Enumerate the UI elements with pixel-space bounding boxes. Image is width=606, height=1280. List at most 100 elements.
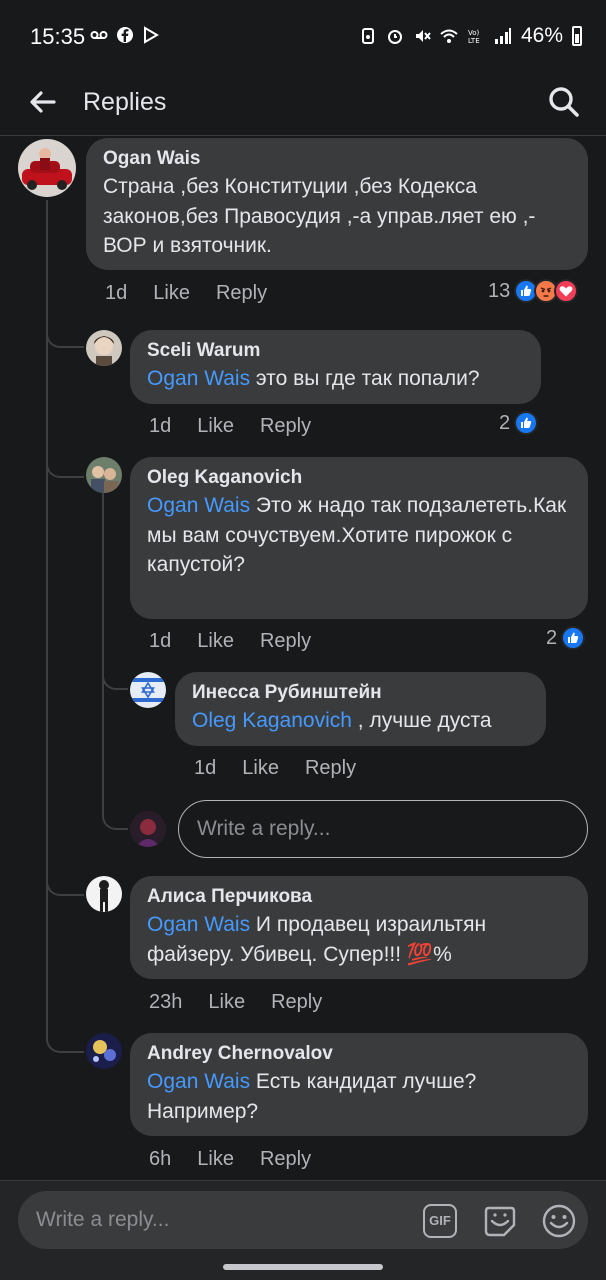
top-app-bar: Replies <box>0 74 606 136</box>
avatar-image <box>130 811 166 847</box>
avatar[interactable] <box>18 139 76 197</box>
mention-link[interactable]: Oleg Kaganovich <box>192 709 352 732</box>
thread-connector <box>102 650 128 690</box>
comment-text: Страна ,без Конституции ,без Кодекса зак… <box>103 175 536 257</box>
reaction-summary[interactable]: 2 <box>499 411 539 435</box>
comment-time: 1d <box>149 630 172 652</box>
comment-time: 1d <box>149 415 172 437</box>
svg-text:LTE: LTE <box>468 37 480 45</box>
comment-author[interactable]: Алиса Перчикова <box>147 886 572 908</box>
page-title: Replies <box>83 88 167 116</box>
comment-bubble[interactable]: Andrey Chernovalov Ogan Wais Есть кандид… <box>130 1033 588 1136</box>
comment-bubble[interactable]: Ogan Wais Страна ,без Конституции ,без К… <box>86 138 588 270</box>
avatar[interactable] <box>86 457 122 493</box>
reaction-count: 13 <box>488 279 511 302</box>
comment-time: 23h <box>149 991 183 1013</box>
mention-link[interactable]: Ogan Wais <box>147 367 250 390</box>
avatar-image <box>86 876 122 912</box>
search-icon[interactable] <box>546 84 582 120</box>
avatar-image <box>18 139 76 197</box>
inline-reply-input[interactable]: Write a reply... <box>178 800 588 858</box>
avatar-image <box>86 330 122 366</box>
battery-icon <box>572 26 582 46</box>
reply-composer[interactable]: Write a reply... GIF <box>18 1191 588 1249</box>
status-time: 15:35 <box>30 24 86 49</box>
comment-actions: 6h Like Reply <box>149 1148 337 1171</box>
comment-bubble[interactable]: Oleg Kaganovich Ogan Wais Это ж надо так… <box>130 457 588 619</box>
comment-actions: 1d Like Reply <box>105 282 293 305</box>
like-button[interactable]: Like <box>208 991 245 1014</box>
mute-icon <box>415 30 431 42</box>
like-reaction-icon <box>514 411 539 435</box>
like-button[interactable]: Like <box>197 1148 234 1171</box>
comment-time: 1d <box>194 757 217 779</box>
comment-bubble[interactable]: Sceli Warum Ogan Wais это вы где так поп… <box>130 330 541 404</box>
avatar-image <box>86 457 122 493</box>
love-reaction-icon <box>554 279 579 303</box>
emoji-icon[interactable] <box>541 1203 577 1239</box>
comment-author[interactable]: Andrey Chernovalov <box>147 1043 572 1065</box>
thread-connector <box>46 440 84 478</box>
thread-connector <box>46 310 84 348</box>
thread-line-nested <box>102 492 104 802</box>
signal-icon <box>494 28 511 44</box>
mention-link[interactable]: Ogan Wais <box>147 1070 250 1093</box>
reaction-summary[interactable]: 2 <box>546 626 586 650</box>
comment-author[interactable]: Sceli Warum <box>147 340 525 362</box>
avatar-image <box>86 1033 122 1069</box>
reply-button[interactable]: Reply <box>260 415 311 438</box>
gif-icon[interactable]: GIF <box>423 1204 457 1238</box>
like-button[interactable]: Like <box>197 415 234 438</box>
reply-button[interactable]: Reply <box>260 630 311 653</box>
comment-actions: 1d Like Reply <box>149 630 337 653</box>
like-button[interactable]: Like <box>197 630 234 653</box>
comment-bubble[interactable]: Инесса Рубинштейн Oleg Kaganovich , лучш… <box>175 672 546 746</box>
home-indicator[interactable] <box>223 1264 383 1270</box>
wifi-icon <box>440 29 458 43</box>
reply-button[interactable]: Reply <box>216 282 267 305</box>
battery-percent: 46% <box>520 24 563 47</box>
comment-author[interactable]: Инесса Рубинштейн <box>192 682 530 704</box>
reply-input-placeholder[interactable]: Write a reply... <box>36 1208 169 1232</box>
like-reaction-icon <box>561 626 586 650</box>
recycle-icon <box>361 28 374 44</box>
alarm-icon <box>387 30 402 44</box>
back-arrow-icon[interactable] <box>26 86 58 118</box>
thread-connector <box>46 1015 84 1053</box>
reply-button[interactable]: Reply <box>271 991 322 1014</box>
avatar[interactable] <box>86 876 122 912</box>
facebook-icon <box>117 27 133 43</box>
volte-icon: Vo)LTE <box>468 29 480 45</box>
reaction-summary[interactable]: 13 <box>488 279 579 303</box>
comment-text: это вы где так попали? <box>250 367 480 390</box>
comment-text: , лучше дуста <box>351 709 492 732</box>
play-store-icon <box>144 26 159 44</box>
comment-author[interactable]: Oleg Kaganovich <box>147 467 572 489</box>
thread-connector <box>102 790 128 830</box>
avatar-image <box>130 672 166 708</box>
comment-actions: 1d Like Reply <box>194 757 382 780</box>
comment-time: 6h <box>149 1148 172 1170</box>
like-button[interactable]: Like <box>242 757 279 780</box>
reaction-count: 2 <box>499 411 511 434</box>
svg-text:Vo): Vo) <box>468 29 480 37</box>
sticker-icon[interactable] <box>482 1203 518 1239</box>
mention-link[interactable]: Ogan Wais <box>147 494 250 517</box>
comment-actions: 23h Like Reply <box>149 991 348 1014</box>
current-user-avatar <box>130 811 166 847</box>
avatar[interactable] <box>130 672 166 708</box>
mention-link[interactable]: Ogan Wais <box>147 913 250 936</box>
voicemail-icon <box>90 31 108 39</box>
status-bar: 15:35 Vo) LTE 46% <box>0 0 606 74</box>
comment-bubble[interactable]: Алиса Перчикова Ogan Wais И продавец изр… <box>130 876 588 979</box>
comment-time: 1d <box>105 282 128 304</box>
reply-button[interactable]: Reply <box>305 757 356 780</box>
avatar[interactable] <box>86 330 122 366</box>
comment-author[interactable]: Ogan Wais <box>103 148 572 170</box>
reply-button[interactable]: Reply <box>260 1148 311 1171</box>
thread-connector <box>46 858 84 896</box>
reaction-count: 2 <box>546 626 558 649</box>
avatar[interactable] <box>86 1033 122 1069</box>
like-button[interactable]: Like <box>153 282 190 305</box>
comment-actions: 1d Like Reply <box>149 415 337 438</box>
